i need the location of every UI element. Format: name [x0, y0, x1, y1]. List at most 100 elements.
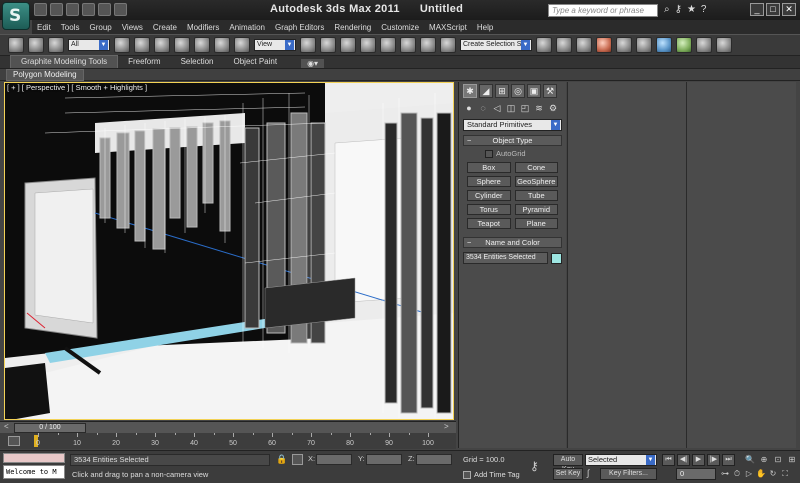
minimize-button[interactable]: _ — [750, 3, 764, 16]
star-icon[interactable]: ★ — [687, 4, 696, 16]
selection-filter-dropdown[interactable]: All — [68, 39, 110, 51]
cameras-icon[interactable]: ◫ — [505, 102, 517, 114]
graphite-toggle-icon[interactable] — [596, 37, 612, 53]
autogrid-option[interactable]: AutoGrid — [485, 149, 562, 158]
next-frame-button-icon[interactable]: |▶ — [707, 454, 720, 466]
menu-edit[interactable]: Edit — [32, 23, 56, 32]
next-frame-icon[interactable]: > — [444, 422, 449, 431]
pan-icon[interactable]: ✋ — [756, 468, 766, 479]
schematic-view-icon[interactable] — [636, 37, 652, 53]
keyboard-shortcut-icon[interactable] — [340, 37, 356, 53]
link-icon[interactable] — [48, 37, 64, 53]
menu-help[interactable]: Help — [472, 23, 498, 32]
viewport-label[interactable]: [ + ] [ Perspective ] [ Smooth + Highlig… — [7, 83, 147, 92]
named-selection-sets-dropdown[interactable]: Create Selection Se — [460, 39, 532, 51]
y-coordinate-field[interactable] — [366, 454, 402, 465]
angle-snap-icon[interactable] — [380, 37, 396, 53]
menu-modifiers[interactable]: Modifiers — [182, 23, 224, 32]
redo-icon[interactable] — [28, 37, 44, 53]
tube-button[interactable]: Tube — [514, 190, 558, 201]
perspective-viewport[interactable]: [ + ] [ Perspective ] [ Smooth + Highlig… — [4, 82, 454, 420]
curve-editor-icon[interactable] — [616, 37, 632, 53]
selection-lock-icon[interactable]: 🔒 — [276, 454, 287, 465]
object-type-header[interactable]: − Object Type — [463, 135, 562, 146]
mini-curve-editor-icon[interactable] — [8, 436, 20, 446]
maxscript-listener[interactable]: Welcome to M — [3, 465, 65, 479]
undo-icon[interactable] — [8, 37, 24, 53]
panel-polygon-modeling[interactable]: Polygon Modeling — [6, 69, 84, 81]
menu-animation[interactable]: Animation — [224, 23, 270, 32]
motion-tab-icon[interactable]: ◎ — [511, 84, 525, 98]
cylinder-button[interactable]: Cylinder — [467, 190, 511, 201]
save-file-icon[interactable] — [66, 3, 79, 16]
menu-create[interactable]: Create — [148, 23, 182, 32]
selection-region-icon[interactable] — [154, 37, 170, 53]
x-coordinate-field[interactable] — [316, 454, 352, 465]
torus-button[interactable]: Torus — [467, 204, 511, 215]
modify-tab-icon[interactable]: ◢ — [479, 84, 493, 98]
mirror-icon[interactable] — [536, 37, 552, 53]
track-bar[interactable]: 0 10 20 30 40 50 60 70 80 90 100 — [0, 433, 456, 449]
move-icon[interactable] — [194, 37, 210, 53]
auto-key-button[interactable]: Auto Key — [553, 454, 583, 473]
menu-graph-editors[interactable]: Graph Editors — [270, 23, 329, 32]
pyramid-button[interactable]: Pyramid — [514, 204, 558, 215]
key-mode-dropdown[interactable]: Selected — [585, 454, 657, 466]
display-tab-icon[interactable]: ▣ — [527, 84, 541, 98]
plane-button[interactable]: Plane — [514, 218, 558, 229]
primitive-category-dropdown[interactable]: Standard Primitives — [463, 119, 562, 131]
geometry-icon[interactable]: ● — [463, 102, 475, 114]
set-key-button[interactable]: Set Key — [553, 468, 583, 480]
absolute-mode-icon[interactable] — [292, 454, 303, 465]
go-to-end-icon[interactable]: ⏭ — [722, 454, 735, 466]
menu-views[interactable]: Views — [117, 23, 148, 32]
create-tab-icon[interactable]: ✱ — [463, 84, 477, 98]
zoom-all-icon[interactable]: ⊕ — [758, 454, 770, 465]
rendered-frame-icon[interactable] — [696, 37, 712, 53]
tab-selection[interactable]: Selection — [171, 56, 224, 68]
maximize-button[interactable]: □ — [766, 3, 780, 16]
name-color-header[interactable]: − Name and Color — [463, 237, 562, 248]
select-object-icon[interactable] — [114, 37, 130, 53]
snap-toggle-icon[interactable] — [360, 37, 376, 53]
cone-button[interactable]: Cone — [514, 162, 558, 173]
ribbon-options-icon[interactable]: ◉▾ — [301, 59, 325, 68]
go-to-start-icon[interactable]: ⏮ — [662, 454, 675, 466]
material-editor-icon[interactable] — [656, 37, 672, 53]
new-file-icon[interactable] — [34, 3, 47, 16]
time-slider[interactable]: < 0 / 100 > — [0, 421, 456, 433]
align-icon[interactable] — [556, 37, 572, 53]
select-by-name-icon[interactable] — [134, 37, 150, 53]
edit-named-selection-icon[interactable] — [440, 37, 456, 53]
menu-tools[interactable]: Tools — [56, 23, 85, 32]
tab-object-paint[interactable]: Object Paint — [224, 56, 288, 68]
spacewarps-icon[interactable]: ≋ — [533, 102, 545, 114]
add-time-tag[interactable]: Add Time Tag — [463, 470, 520, 479]
time-config-icon[interactable]: ⏱ — [732, 468, 742, 479]
menu-group[interactable]: Group — [84, 23, 116, 32]
scale-icon[interactable] — [234, 37, 250, 53]
current-frame-field[interactable]: 0 — [676, 468, 716, 480]
close-button[interactable]: ✕ — [782, 3, 796, 16]
key-mode-toggle-icon[interactable]: ⊶ — [720, 468, 730, 479]
project-folder-icon[interactable] — [114, 3, 127, 16]
open-file-icon[interactable] — [50, 3, 63, 16]
rotate-icon[interactable] — [214, 37, 230, 53]
play-icon[interactable]: ▶ — [692, 454, 705, 466]
zoom-extents-all-icon[interactable]: ⊞ — [786, 454, 798, 465]
field-of-view-icon[interactable]: ▷ — [744, 468, 754, 479]
hierarchy-tab-icon[interactable]: ⊞ — [495, 84, 509, 98]
key-filters-button[interactable]: Key Filters... — [600, 468, 657, 480]
search-input[interactable]: Type a keyword or phrase — [548, 4, 658, 17]
geosphere-button[interactable]: GeoSphere — [514, 176, 558, 187]
maxscript-listener-output[interactable] — [3, 453, 65, 463]
sphere-button[interactable]: Sphere — [467, 176, 511, 187]
reference-coordinate-dropdown[interactable]: View — [254, 39, 296, 51]
undo-icon[interactable] — [82, 3, 95, 16]
shapes-icon[interactable]: ◌ — [477, 102, 489, 114]
zoom-icon[interactable]: 🔍 — [744, 454, 756, 465]
default-tangent-icon[interactable]: ∫ — [587, 468, 598, 480]
utilities-tab-icon[interactable]: ⚒ — [543, 84, 557, 98]
set-key-mode-icon[interactable]: ⚷ — [530, 459, 539, 473]
menu-customize[interactable]: Customize — [376, 23, 424, 32]
